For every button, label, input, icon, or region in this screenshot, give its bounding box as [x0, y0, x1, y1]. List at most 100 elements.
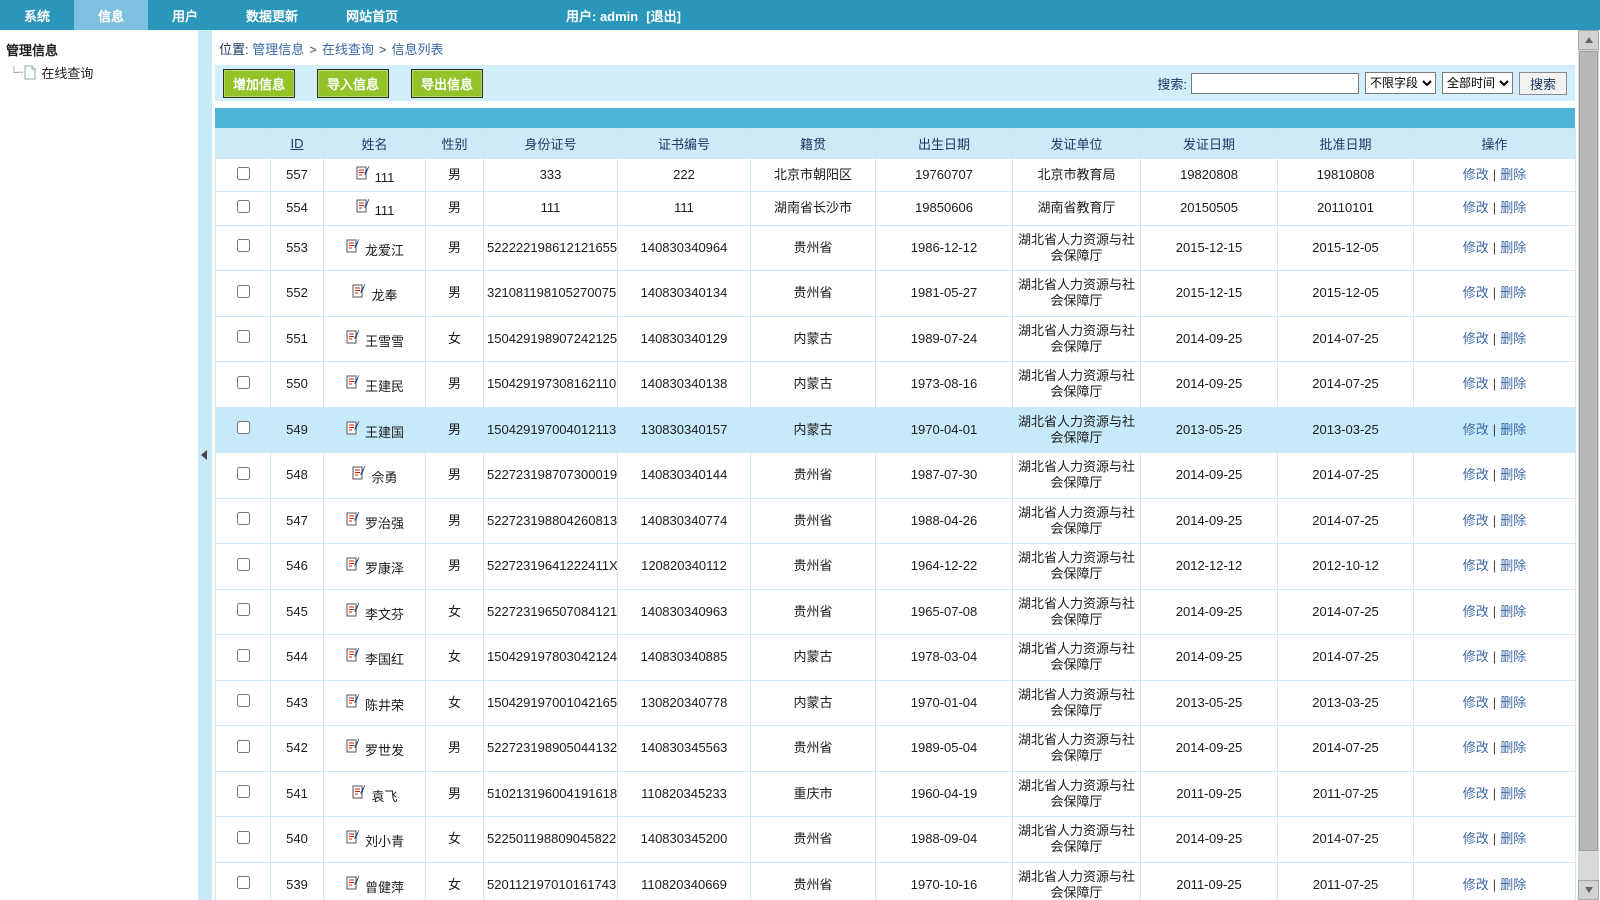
row-checkbox[interactable] — [237, 376, 250, 389]
vertical-scrollbar[interactable] — [1578, 30, 1599, 900]
toolbar-button-导出信息[interactable]: 导出信息 — [411, 69, 483, 98]
nav-tab-用户[interactable]: 用户 — [148, 0, 222, 30]
row-checkbox[interactable] — [237, 831, 250, 844]
scroll-down-button[interactable] — [1578, 880, 1599, 900]
edit-link[interactable]: 修改 — [1463, 240, 1489, 255]
row-checkbox[interactable] — [237, 876, 250, 889]
delete-link[interactable]: 删除 — [1500, 422, 1526, 437]
edit-link[interactable]: 修改 — [1463, 831, 1489, 846]
collapse-arrow-icon[interactable] — [201, 450, 207, 460]
edit-note-icon[interactable] — [351, 283, 367, 303]
edit-link[interactable]: 修改 — [1463, 649, 1489, 664]
delete-link[interactable]: 删除 — [1500, 740, 1526, 755]
sidebar-item-online-query[interactable]: └╌ 在线查询 — [0, 61, 198, 82]
page-icon — [23, 65, 37, 80]
edit-link[interactable]: 修改 — [1463, 558, 1489, 573]
edit-note-icon[interactable] — [345, 511, 361, 531]
scroll-up-button[interactable] — [1578, 30, 1599, 50]
edit-link[interactable]: 修改 — [1463, 331, 1489, 346]
row-checkbox[interactable] — [237, 167, 250, 180]
edit-note-icon[interactable] — [345, 602, 361, 622]
edit-note-icon[interactable] — [355, 165, 371, 185]
time-select[interactable]: 全部时间 — [1442, 72, 1513, 94]
search-input[interactable] — [1191, 73, 1359, 94]
delete-link[interactable]: 删除 — [1500, 285, 1526, 300]
edit-link[interactable]: 修改 — [1463, 376, 1489, 391]
edit-note-icon[interactable] — [351, 784, 367, 804]
row-checkbox[interactable] — [237, 200, 250, 213]
logout-link[interactable]: [退出] — [646, 6, 681, 25]
edit-note-icon[interactable] — [345, 238, 361, 258]
cell-gender: 男 — [426, 225, 484, 271]
edit-note-icon[interactable] — [345, 556, 361, 576]
cell-cert-no: 110820340669 — [618, 862, 751, 900]
row-checkbox[interactable] — [237, 740, 250, 753]
main-content: 位置: 管理信息>在线查询>信息列表 增加信息导入信息导出信息 搜索: 不限字段… — [212, 30, 1578, 900]
cell-operations: 修改|删除 — [1414, 159, 1576, 192]
edit-link[interactable]: 修改 — [1463, 877, 1489, 892]
delete-link[interactable]: 删除 — [1500, 467, 1526, 482]
delete-link[interactable]: 删除 — [1500, 877, 1526, 892]
edit-note-icon[interactable] — [345, 329, 361, 349]
delete-link[interactable]: 删除 — [1500, 376, 1526, 391]
edit-note-icon[interactable] — [345, 738, 361, 758]
edit-note-icon[interactable] — [345, 829, 361, 849]
edit-link[interactable]: 修改 — [1463, 422, 1489, 437]
edit-note-icon[interactable] — [345, 647, 361, 667]
row-checkbox[interactable] — [237, 467, 250, 480]
delete-link[interactable]: 删除 — [1500, 695, 1526, 710]
edit-link[interactable]: 修改 — [1463, 740, 1489, 755]
delete-link[interactable]: 删除 — [1500, 513, 1526, 528]
delete-link[interactable]: 删除 — [1500, 331, 1526, 346]
row-checkbox[interactable] — [237, 512, 250, 525]
cell-id-card: 150429198907242125 — [484, 316, 618, 362]
row-checkbox[interactable] — [237, 785, 250, 798]
delete-link[interactable]: 删除 — [1500, 558, 1526, 573]
scrollbar-thumb[interactable] — [1579, 51, 1598, 851]
edit-note-icon[interactable] — [355, 198, 371, 218]
column-header-ID[interactable]: ID — [271, 129, 324, 159]
edit-link[interactable]: 修改 — [1463, 695, 1489, 710]
edit-note-icon[interactable] — [345, 875, 361, 895]
search-button[interactable]: 搜索 — [1519, 72, 1567, 95]
row-checkbox[interactable] — [237, 649, 250, 662]
edit-link[interactable]: 修改 — [1463, 200, 1489, 215]
edit-note-icon[interactable] — [351, 465, 367, 485]
delete-link[interactable]: 删除 — [1500, 604, 1526, 619]
edit-link[interactable]: 修改 — [1463, 604, 1489, 619]
edit-note-icon[interactable] — [345, 693, 361, 713]
nav-tab-网站首页[interactable]: 网站首页 — [322, 0, 422, 30]
row-checkbox[interactable] — [237, 558, 250, 571]
edit-link[interactable]: 修改 — [1463, 513, 1489, 528]
edit-link[interactable]: 修改 — [1463, 167, 1489, 182]
row-checkbox[interactable] — [237, 603, 250, 616]
row-checkbox[interactable] — [237, 421, 250, 434]
edit-link[interactable]: 修改 — [1463, 786, 1489, 801]
toolbar-button-导入信息[interactable]: 导入信息 — [317, 69, 389, 98]
row-checkbox[interactable] — [237, 285, 250, 298]
field-select[interactable]: 不限字段 — [1365, 72, 1436, 94]
cell-birth-date: 1965-07-08 — [876, 589, 1013, 635]
delete-link[interactable]: 删除 — [1500, 786, 1526, 801]
sidebar-splitter[interactable] — [198, 30, 212, 900]
toolbar-button-增加信息[interactable]: 增加信息 — [223, 69, 295, 98]
breadcrumb-link[interactable]: 信息列表 — [391, 42, 443, 57]
row-checkbox[interactable] — [237, 239, 250, 252]
row-checkbox[interactable] — [237, 694, 250, 707]
edit-note-icon[interactable] — [345, 420, 361, 440]
breadcrumb-link[interactable]: 在线查询 — [322, 42, 374, 57]
row-checkbox[interactable] — [237, 330, 250, 343]
delete-link[interactable]: 删除 — [1500, 649, 1526, 664]
nav-tab-信息[interactable]: 信息 — [74, 0, 148, 30]
delete-link[interactable]: 删除 — [1500, 240, 1526, 255]
edit-link[interactable]: 修改 — [1463, 285, 1489, 300]
delete-link[interactable]: 删除 — [1500, 167, 1526, 182]
nav-tab-数据更新[interactable]: 数据更新 — [222, 0, 322, 30]
nav-tab-系统[interactable]: 系统 — [0, 0, 74, 30]
delete-link[interactable]: 删除 — [1500, 200, 1526, 215]
edit-note-icon[interactable] — [345, 374, 361, 394]
edit-link[interactable]: 修改 — [1463, 467, 1489, 482]
cell-birth-date: 1970-01-04 — [876, 680, 1013, 726]
delete-link[interactable]: 删除 — [1500, 831, 1526, 846]
breadcrumb-link[interactable]: 管理信息 — [252, 42, 304, 57]
